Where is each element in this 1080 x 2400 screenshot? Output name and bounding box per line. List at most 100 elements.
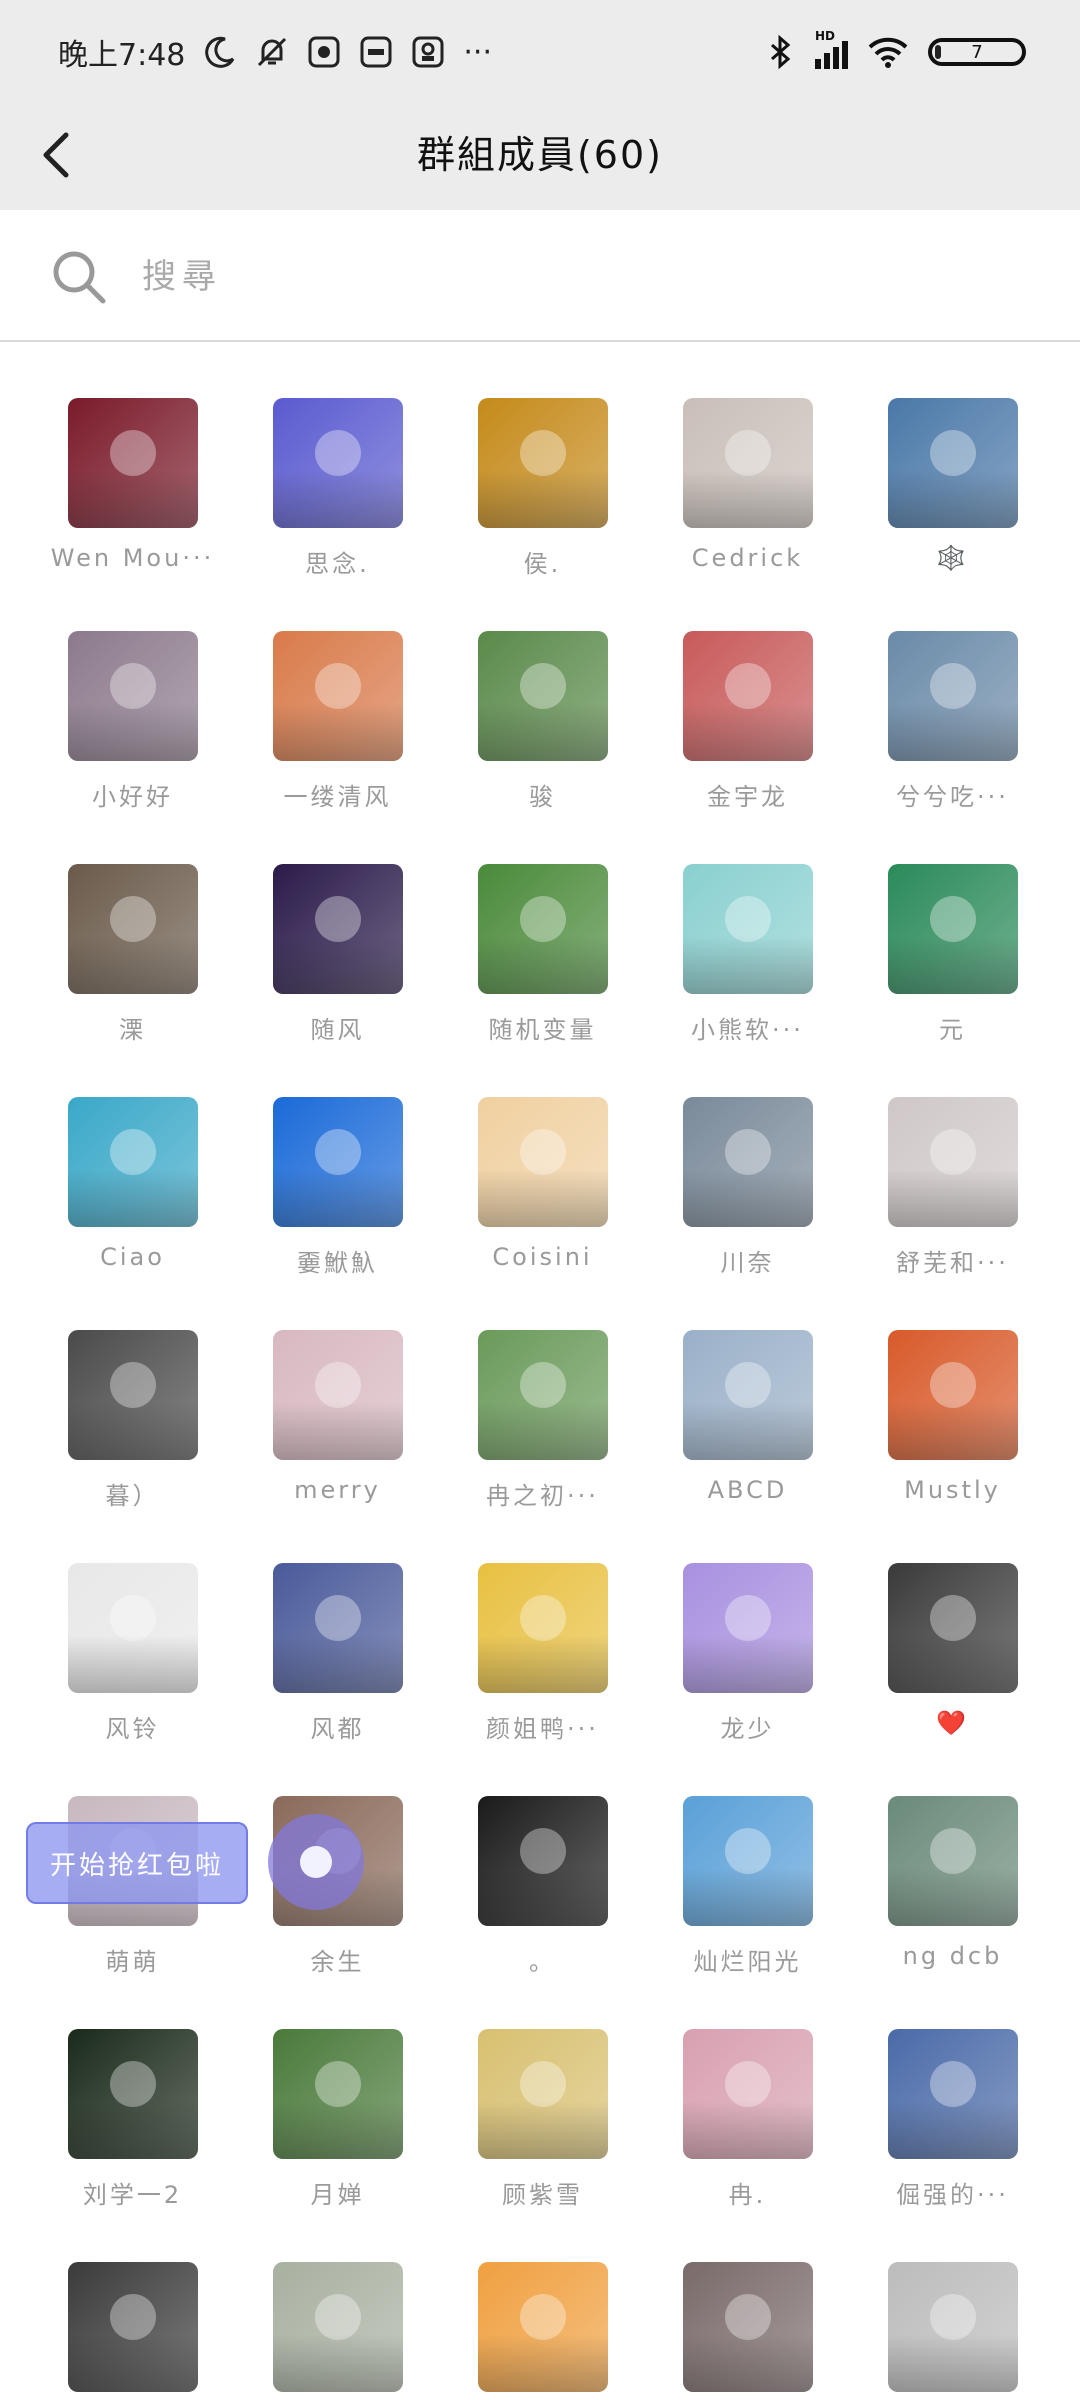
- member-item[interactable]: 金宇龙: [645, 601, 850, 834]
- member-item[interactable]: 风都: [235, 1533, 440, 1766]
- avatar[interactable]: [477, 2029, 608, 2159]
- avatar[interactable]: [887, 1330, 1018, 1460]
- avatar[interactable]: [887, 2029, 1018, 2159]
- member-item[interactable]: 思念.: [235, 368, 440, 601]
- member-item[interactable]: 侯.: [440, 368, 645, 601]
- avatar[interactable]: [272, 631, 403, 761]
- member-item[interactable]: 小熊软···: [645, 834, 850, 1067]
- avatar[interactable]: [887, 2262, 1018, 2392]
- avatar[interactable]: [682, 2262, 813, 2392]
- avatar-shade: [272, 2100, 403, 2159]
- member-item[interactable]: 随风: [235, 834, 440, 1067]
- member-item[interactable]: 。: [440, 1766, 645, 1999]
- avatar[interactable]: [682, 864, 813, 994]
- member-item[interactable]: 暮）: [30, 1300, 235, 1533]
- member-item[interactable]: [850, 2232, 1050, 2400]
- avatar[interactable]: [272, 398, 403, 528]
- avatar[interactable]: [67, 864, 198, 994]
- member-item[interactable]: Cedrick: [645, 368, 850, 601]
- avatar[interactable]: [477, 1097, 608, 1227]
- avatar-shade: [272, 702, 403, 761]
- avatar[interactable]: [67, 2029, 198, 2159]
- avatar[interactable]: [272, 1563, 403, 1693]
- avatar[interactable]: [682, 2029, 813, 2159]
- member-item[interactable]: 刘学一2: [30, 1999, 235, 2232]
- avatar[interactable]: [477, 2262, 608, 2392]
- member-item[interactable]: [235, 2232, 440, 2400]
- avatar[interactable]: [887, 1097, 1018, 1227]
- member-item[interactable]: 骏: [440, 601, 645, 834]
- avatar[interactable]: [477, 1563, 608, 1693]
- member-item[interactable]: 舒芜和···: [850, 1067, 1050, 1300]
- avatar[interactable]: [67, 631, 198, 761]
- member-item[interactable]: 川奈: [645, 1067, 850, 1300]
- member-item[interactable]: 灿烂阳光: [645, 1766, 850, 1999]
- bluetooth-icon: [763, 34, 797, 70]
- avatar[interactable]: [477, 1330, 608, 1460]
- member-item[interactable]: ABCD: [645, 1300, 850, 1533]
- member-item[interactable]: 随机变量: [440, 834, 645, 1067]
- avatar-shade: [682, 702, 813, 761]
- music-disc-icon[interactable]: [268, 1814, 364, 1910]
- avatar[interactable]: [477, 631, 608, 761]
- member-item[interactable]: 溧: [30, 834, 235, 1067]
- avatar[interactable]: [272, 2262, 403, 2392]
- member-item[interactable]: Wen Mou···: [30, 368, 235, 601]
- member-item[interactable]: 冉之初···: [440, 1300, 645, 1533]
- avatar[interactable]: [272, 2029, 403, 2159]
- avatar[interactable]: [887, 1563, 1018, 1693]
- avatar-shade: [887, 1867, 1018, 1926]
- member-item[interactable]: 风铃: [30, 1533, 235, 1766]
- avatar[interactable]: [67, 1563, 198, 1693]
- page-title: 群組成員(60): [416, 133, 663, 177]
- avatar[interactable]: [682, 1097, 813, 1227]
- member-item[interactable]: ng dcb: [850, 1766, 1050, 1999]
- member-item[interactable]: 小好好: [30, 601, 235, 834]
- member-item[interactable]: 龙少: [645, 1533, 850, 1766]
- avatar[interactable]: [272, 1330, 403, 1460]
- member-item[interactable]: [645, 2232, 850, 2400]
- hd-badge: HD: [815, 29, 836, 43]
- avatar[interactable]: [477, 1796, 608, 1926]
- avatar[interactable]: [887, 631, 1018, 761]
- member-name: 嫑鮲魞: [297, 1249, 378, 1277]
- avatar-shade: [272, 2333, 403, 2392]
- avatar[interactable]: [67, 1330, 198, 1460]
- member-item[interactable]: 一缕清风: [235, 601, 440, 834]
- avatar[interactable]: [887, 864, 1018, 994]
- member-item[interactable]: 兮兮吃···: [850, 601, 1050, 834]
- member-item[interactable]: 嫑鮲魞: [235, 1067, 440, 1300]
- avatar[interactable]: [887, 1796, 1018, 1926]
- avatar[interactable]: [272, 1097, 403, 1227]
- avatar[interactable]: [682, 1563, 813, 1693]
- member-item[interactable]: [30, 2232, 235, 2400]
- avatar[interactable]: [272, 864, 403, 994]
- member-item[interactable]: merry: [235, 1300, 440, 1533]
- member-item[interactable]: 顾紫雪: [440, 1999, 645, 2232]
- avatar[interactable]: [67, 1097, 198, 1227]
- search-icon: [53, 251, 106, 304]
- avatar[interactable]: [682, 631, 813, 761]
- avatar[interactable]: [682, 398, 813, 528]
- search-input[interactable]: [140, 246, 1024, 308]
- red-packet-button[interactable]: 开始抢红包啦: [26, 1822, 248, 1904]
- member-item[interactable]: Mustly: [850, 1300, 1050, 1533]
- member-item[interactable]: ❤️: [850, 1533, 1050, 1766]
- avatar[interactable]: [477, 398, 608, 528]
- avatar[interactable]: [682, 1330, 813, 1460]
- avatar[interactable]: [67, 398, 198, 528]
- member-item[interactable]: 元: [850, 834, 1050, 1067]
- member-item[interactable]: 月婵: [235, 1999, 440, 2232]
- member-item[interactable]: 冉.: [645, 1999, 850, 2232]
- status-left: 晚上7:48 ···: [58, 30, 492, 74]
- member-item[interactable]: Ciao: [30, 1067, 235, 1300]
- member-item[interactable]: 倔强的···: [850, 1999, 1050, 2232]
- avatar[interactable]: [477, 864, 608, 994]
- member-item[interactable]: 🕸️: [850, 368, 1050, 601]
- avatar[interactable]: [887, 398, 1018, 528]
- member-item[interactable]: [440, 2232, 645, 2400]
- member-item[interactable]: Coisini: [440, 1067, 645, 1300]
- avatar[interactable]: [67, 2262, 198, 2392]
- avatar[interactable]: [682, 1796, 813, 1926]
- member-item[interactable]: 颜姐鸭···: [440, 1533, 645, 1766]
